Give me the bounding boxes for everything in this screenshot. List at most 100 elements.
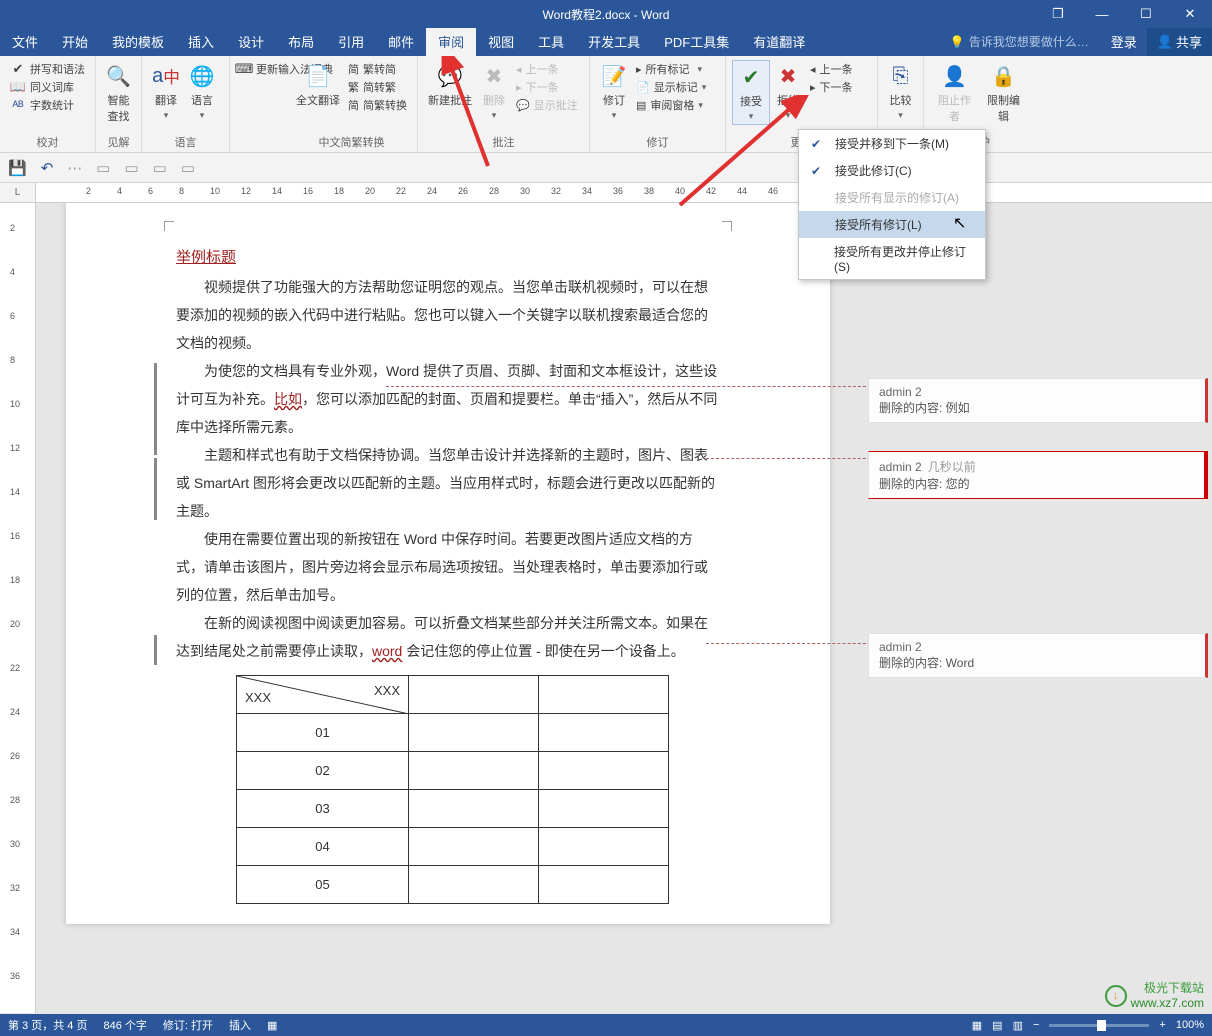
block-authors-button[interactable]: 👤阻止作者 xyxy=(930,60,979,126)
tab-tools[interactable]: 工具 xyxy=(526,27,576,56)
document-page[interactable]: 举例标题 视频提供了功能强大的方法帮助您证明您的观点。当您单击联机视频时，可以在… xyxy=(66,203,830,924)
compare-icon: ⎘ xyxy=(887,62,915,90)
minimize-button[interactable]: — xyxy=(1080,0,1124,28)
annotation-arrow xyxy=(672,95,812,215)
zoom-slider[interactable] xyxy=(1049,1024,1149,1027)
vertical-ruler[interactable]: 24681012141618202224262830323436 xyxy=(0,203,36,1013)
status-bar: 第 3 页，共 4 页 846 个字 修订: 打开 插入 ▦ ▦ ▤ ▥ − +… xyxy=(0,1014,1212,1036)
margin-marker xyxy=(722,221,732,231)
track-status[interactable]: 修订: 打开 xyxy=(163,1017,213,1033)
tell-me-input[interactable]: 💡告诉我您想要做什么… xyxy=(938,28,1101,55)
prev-comment-button[interactable]: ◂上一条 xyxy=(512,60,582,78)
horizontal-ruler[interactable]: 2468101214161820222426283032343638404244… xyxy=(36,183,1212,203)
group-label: 见解 xyxy=(96,134,141,150)
document-table[interactable]: XXX XXX 01 02 03 04 05 xyxy=(236,675,669,904)
markup-select[interactable]: ▸所有标记▾ xyxy=(632,60,710,78)
word-count[interactable]: 846 个字 xyxy=(103,1017,146,1033)
book-icon: 📖 xyxy=(10,79,26,95)
tab-file[interactable]: 文件 xyxy=(0,27,50,56)
view-print-button[interactable]: ▦ xyxy=(972,1019,982,1032)
prev-change-button[interactable]: ◂上一条 xyxy=(806,60,857,78)
word-count-button[interactable]: ᴬᴮ字数统计 xyxy=(6,96,89,114)
update-ime-button[interactable]: ⌨更新输入法词典 xyxy=(236,60,280,78)
tab-developer[interactable]: 开发工具 xyxy=(576,27,652,56)
language-button[interactable]: 🌐语言▾ xyxy=(184,60,220,123)
simp-trad-convert-button[interactable]: 简简繁转换 xyxy=(344,96,411,114)
save-button[interactable]: 💾 xyxy=(8,159,27,177)
lookup-icon: 🔍 xyxy=(105,62,133,90)
zoom-in-button[interactable]: + xyxy=(1159,1019,1165,1031)
insert-mode[interactable]: 插入 xyxy=(229,1017,251,1033)
login-button[interactable]: 登录 xyxy=(1101,27,1147,56)
title-bar: Word教程2.docx - Word ❐ — ☐ ✕ xyxy=(0,0,1212,28)
tab-design[interactable]: 设计 xyxy=(226,27,276,56)
change-bar xyxy=(154,363,157,455)
document-content[interactable]: 举例标题 视频提供了功能强大的方法帮助您证明您的观点。当您单击联机视频时，可以在… xyxy=(66,203,830,924)
reject-icon: ✖ xyxy=(774,62,802,90)
zoom-level[interactable]: 100% xyxy=(1176,1019,1204,1031)
tab-layout[interactable]: 布局 xyxy=(276,27,326,56)
table-cell: 01 xyxy=(237,714,409,752)
check-icon: ✔ xyxy=(10,61,26,77)
revision-comment[interactable]: admin 2几秒以前删除的内容: 您的 xyxy=(868,451,1208,499)
undo-button[interactable]: ↶ xyxy=(41,159,54,177)
tab-mailings[interactable]: 邮件 xyxy=(376,27,426,56)
tab-view[interactable]: 视图 xyxy=(476,27,526,56)
status-icon[interactable]: ▦ xyxy=(267,1019,277,1032)
menu-item: 接受所有显示的修订(A) xyxy=(799,184,985,211)
tab-home[interactable]: 开始 xyxy=(50,27,100,56)
zoom-out-button[interactable]: − xyxy=(1033,1019,1039,1031)
tab-youdao[interactable]: 有道翻译 xyxy=(741,27,817,56)
revision-comment[interactable]: admin 2删除的内容: Word xyxy=(868,633,1208,678)
tab-insert[interactable]: 插入 xyxy=(176,27,226,56)
show-comments-button[interactable]: 💬显示批注 xyxy=(512,96,582,114)
globe-icon: 🌐 xyxy=(188,62,216,90)
heading: 举例标题 xyxy=(176,249,236,266)
simp-icon: 简 xyxy=(348,61,359,77)
change-bar xyxy=(154,635,157,665)
full-translate-button[interactable]: 📄全文翻译 xyxy=(292,60,344,114)
next-change-button[interactable]: ▸下一条 xyxy=(806,78,857,96)
spell-check-button[interactable]: ✔拼写和语法 xyxy=(6,60,89,78)
view-read-button[interactable]: ▤ xyxy=(992,1019,1002,1032)
trad-icon: 繁 xyxy=(348,79,359,95)
qat-button[interactable]: ▭ xyxy=(153,159,167,177)
view-web-button[interactable]: ▥ xyxy=(1013,1019,1023,1032)
restrict-edit-button[interactable]: 🔒限制编辑 xyxy=(979,60,1028,126)
share-button[interactable]: 👤共享 xyxy=(1147,27,1212,56)
ribbon-options-button[interactable]: ❐ xyxy=(1036,0,1080,28)
mouse-cursor-icon: ↖ xyxy=(953,213,966,233)
change-connector xyxy=(706,458,886,459)
next-icon: ▸ xyxy=(516,81,522,94)
qat-more-button[interactable]: ⋯ xyxy=(67,159,82,177)
paragraph: 使用在需要位置出现的新按钮在 Word 中保存时间。若要更改图片适应文档的方式，… xyxy=(176,525,720,609)
compare-button[interactable]: ⎘比较▾ xyxy=(884,60,917,123)
qat-button[interactable]: ▭ xyxy=(96,159,110,177)
maximize-button[interactable]: ☐ xyxy=(1124,0,1168,28)
tab-review[interactable]: 审阅 xyxy=(426,27,476,56)
show-icon: 💬 xyxy=(516,99,530,112)
close-button[interactable]: ✕ xyxy=(1168,0,1212,28)
prev-icon: ◂ xyxy=(810,63,816,76)
tab-references[interactable]: 引用 xyxy=(326,27,376,56)
smart-lookup-button[interactable]: 🔍智能查找 xyxy=(102,60,135,126)
tab-pdf[interactable]: PDF工具集 xyxy=(652,27,741,56)
next-comment-button[interactable]: ▸下一条 xyxy=(512,78,582,96)
prev-icon: ◂ xyxy=(516,63,522,76)
show-markup-button[interactable]: 📄显示标记▾ xyxy=(632,78,710,96)
qat-button[interactable]: ▭ xyxy=(181,159,195,177)
page-indicator[interactable]: 第 3 页，共 4 页 xyxy=(8,1017,87,1033)
menu-item[interactable]: ✔接受此修订(C) xyxy=(799,157,985,184)
revision-comment[interactable]: admin 2删除的内容: 例如 xyxy=(868,378,1208,423)
track-changes-button[interactable]: 📝修订▾ xyxy=(596,60,632,123)
bulb-icon: 💡 xyxy=(950,35,965,49)
thesaurus-button[interactable]: 📖同义词库 xyxy=(6,78,89,96)
trad-to-simp-button[interactable]: 简繁转简 xyxy=(344,60,411,78)
menu-item[interactable]: ✔接受并移到下一条(M) xyxy=(799,130,985,157)
simp-to-trad-button[interactable]: 繁简转繁 xyxy=(344,78,411,96)
menu-item[interactable]: 接受所有更改并停止修订(S) xyxy=(799,238,985,279)
qat-button[interactable]: ▭ xyxy=(124,159,138,177)
translate-button[interactable]: a中翻译▾ xyxy=(148,60,184,123)
tab-templates[interactable]: 我的模板 xyxy=(100,27,176,56)
paragraph: 在新的阅读视图中阅读更加容易。可以折叠文档某些部分并关注所需文本。如果在达到结尾… xyxy=(176,609,720,665)
